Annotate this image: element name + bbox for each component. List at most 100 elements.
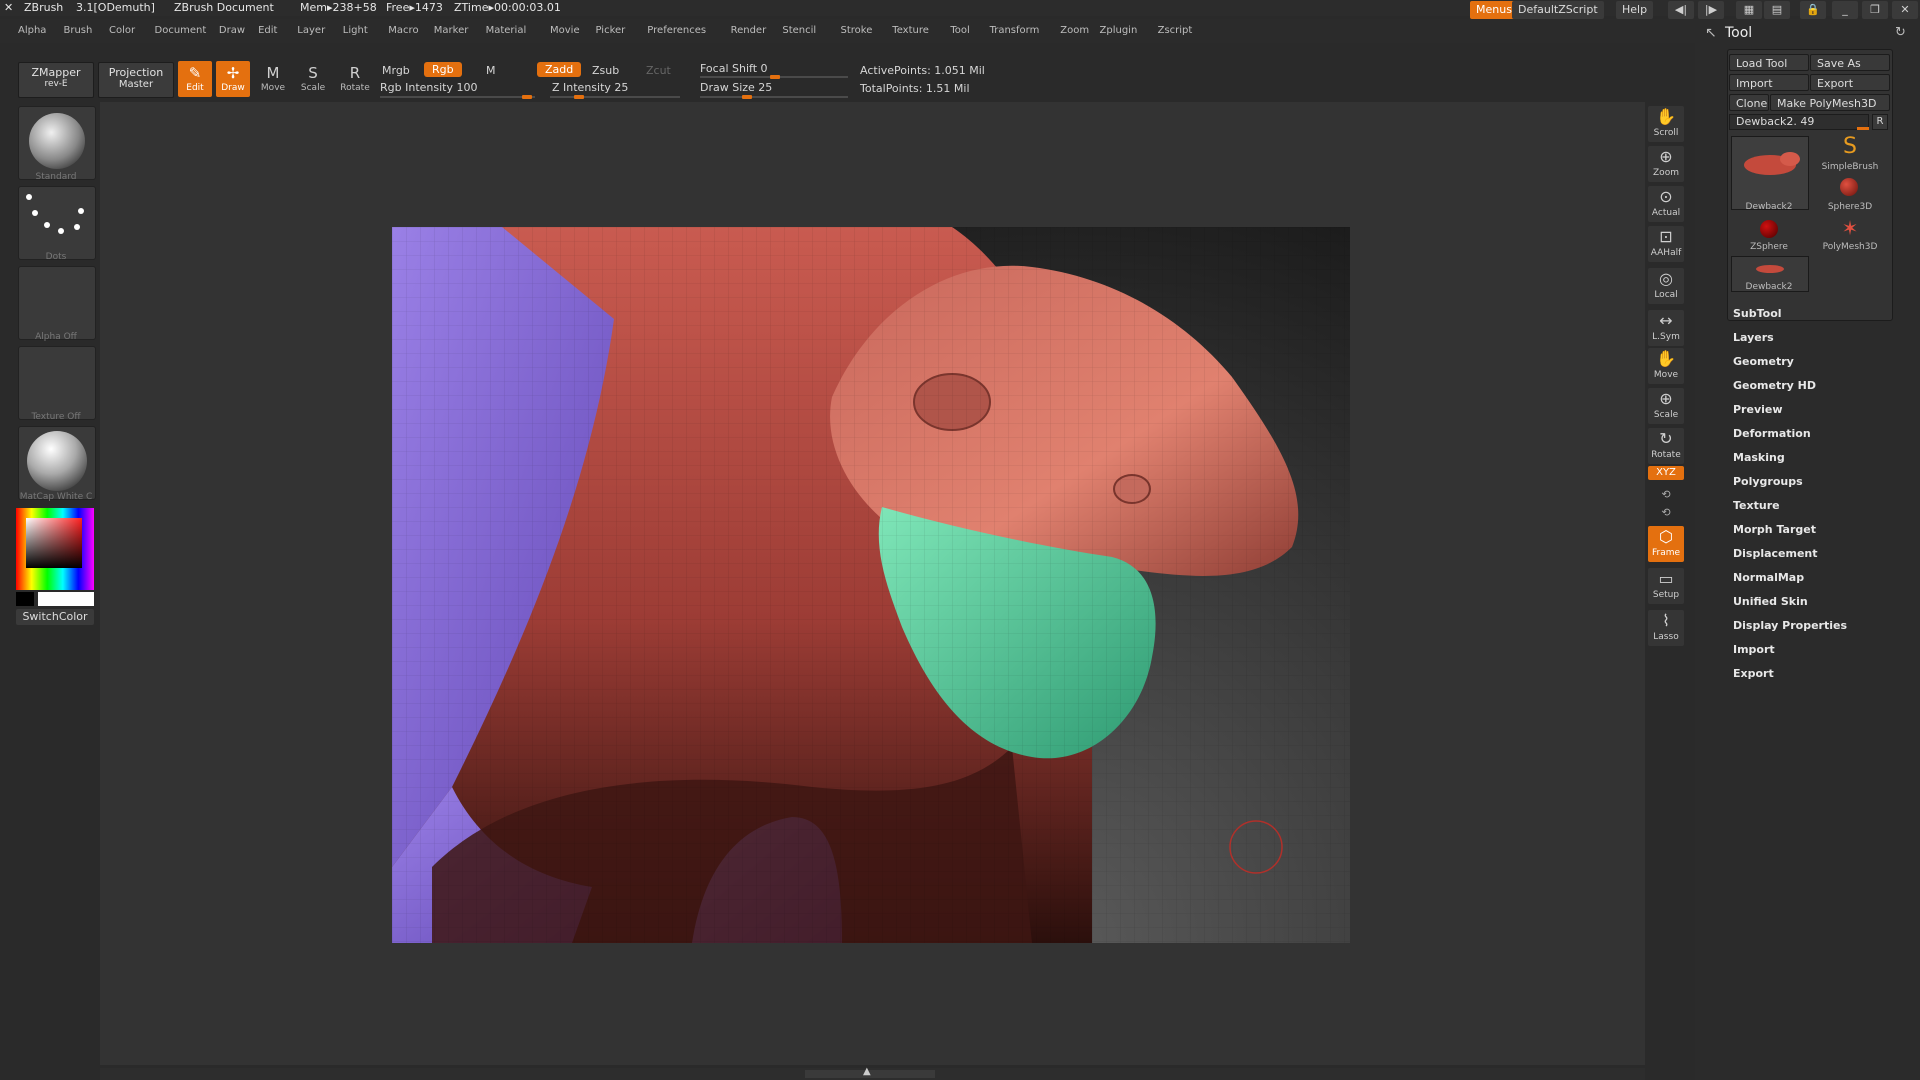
menu-stencil[interactable]: Stencil	[782, 25, 816, 36]
rewind-icon[interactable]: ◀|	[1668, 1, 1694, 19]
menu-tool[interactable]: Tool	[950, 25, 969, 36]
focal-shift-label[interactable]: Focal Shift 0	[700, 62, 768, 75]
menu-picker[interactable]: Picker	[596, 25, 626, 36]
rotate-button[interactable]: R Rotate	[338, 61, 372, 97]
tool-section-deformation[interactable]: Deformation	[1733, 427, 1811, 440]
draw-button[interactable]: ✢ Draw	[216, 61, 250, 97]
tool-section-texture[interactable]: Texture	[1733, 499, 1780, 512]
shelf-aahalf-button[interactable]: ⊡ AAHalf	[1648, 226, 1684, 262]
default-zscript-button[interactable]: DefaultZScript	[1512, 1, 1604, 19]
sphere3d-icon[interactable]	[1840, 178, 1858, 196]
lock-icon[interactable]: 🔒	[1800, 1, 1826, 19]
alpha-selector[interactable]	[18, 266, 96, 340]
layout-icon[interactable]: ▦	[1736, 1, 1762, 19]
menu-movie[interactable]: Movie	[550, 25, 580, 36]
rgb-intensity-knob[interactable]	[522, 95, 532, 99]
menu-preferences[interactable]: Preferences	[647, 25, 706, 36]
brush-selector[interactable]	[18, 106, 96, 180]
layout-alt-icon[interactable]: ▤	[1764, 1, 1790, 19]
shelf-scale-button[interactable]: ⊕ Scale	[1648, 388, 1684, 424]
tool-section-unified-skin[interactable]: Unified Skin	[1733, 595, 1808, 608]
r-button[interactable]: R	[1872, 114, 1888, 130]
tool-thumb-dewback[interactable]	[1731, 136, 1809, 210]
mrgb-toggle[interactable]: Mrgb	[382, 64, 410, 77]
minimize-icon[interactable]: _	[1832, 1, 1858, 19]
tool-section-polygroups[interactable]: Polygroups	[1733, 475, 1803, 488]
menu-document[interactable]: Document	[155, 25, 207, 36]
load-tool-button[interactable]: Load Tool	[1729, 54, 1809, 71]
menu-texture[interactable]: Texture	[892, 25, 929, 36]
current-tool-slider-knob[interactable]	[1857, 127, 1869, 130]
tool-section-export[interactable]: Export	[1733, 667, 1774, 680]
rotate-y-icon[interactable]: ⟲	[1658, 488, 1674, 502]
rgb-intensity-slider[interactable]	[380, 96, 535, 98]
rgb-intensity-label[interactable]: Rgb Intensity 100	[380, 81, 477, 94]
menu-macro[interactable]: Macro	[388, 25, 418, 36]
texture-selector[interactable]	[18, 346, 96, 420]
menu-render[interactable]: Render	[731, 25, 767, 36]
shelf-scroll-button[interactable]: ✋ Scroll	[1648, 106, 1684, 142]
material-selector[interactable]	[18, 426, 96, 500]
menu-brush[interactable]: Brush	[64, 25, 93, 36]
palette-refresh-icon[interactable]: ↻	[1895, 25, 1906, 40]
switch-color-button[interactable]: SwitchColor	[16, 609, 94, 625]
edit-button[interactable]: ✎ Edit	[178, 61, 212, 97]
stroke-selector[interactable]	[18, 186, 96, 260]
zsub-toggle[interactable]: Zsub	[592, 64, 619, 77]
tool-section-subtool[interactable]: SubTool	[1733, 307, 1782, 320]
shelf-move-button[interactable]: ✋ Move	[1648, 348, 1684, 384]
close-icon[interactable]: ✕	[1892, 1, 1918, 19]
shelf-setup-button[interactable]: ▭ Setup	[1648, 568, 1684, 604]
shelf-lsym-button[interactable]: ↔ L.Sym	[1648, 310, 1684, 346]
draw-size-slider[interactable]	[700, 96, 848, 98]
menu-zoom[interactable]: Zoom	[1060, 25, 1089, 36]
bottom-shelf-handle[interactable]: ▲	[805, 1066, 935, 1078]
menu-zscript[interactable]: Zscript	[1158, 25, 1193, 36]
shelf-local-button[interactable]: ◎ Local	[1648, 268, 1684, 304]
menu-color[interactable]: Color	[109, 25, 135, 36]
current-tool-slider[interactable]: Dewback2. 49	[1729, 114, 1869, 130]
menu-transform[interactable]: Transform	[990, 25, 1040, 36]
menu-zplugin[interactable]: Zplugin	[1100, 25, 1138, 36]
tool-section-masking[interactable]: Masking	[1733, 451, 1785, 464]
tool-section-geometry[interactable]: Geometry	[1733, 355, 1794, 368]
document-viewport[interactable]	[392, 227, 1350, 943]
menu-light[interactable]: Light	[343, 25, 368, 36]
menu-draw[interactable]: Draw	[219, 25, 245, 36]
secondary-color-swatch[interactable]	[16, 592, 34, 606]
palette-pin-icon[interactable]: ↖	[1705, 25, 1717, 41]
make-polymesh-button[interactable]: Make PolyMesh3D	[1770, 94, 1890, 111]
expand-icon[interactable]: ▲	[863, 1066, 871, 1077]
menu-edit[interactable]: Edit	[258, 25, 277, 36]
tool-section-geometry-hd[interactable]: Geometry HD	[1733, 379, 1816, 392]
focal-shift-knob[interactable]	[770, 75, 780, 79]
forward-icon[interactable]: |▶	[1698, 1, 1724, 19]
rgb-toggle[interactable]: Rgb	[424, 62, 462, 77]
menus-button[interactable]: Menus	[1470, 1, 1518, 19]
menu-alpha[interactable]: Alpha	[18, 25, 46, 36]
tool-export-button[interactable]: Export	[1810, 74, 1890, 91]
tool-section-morph-target[interactable]: Morph Target	[1733, 523, 1816, 536]
z-intensity-slider[interactable]	[550, 96, 680, 98]
menu-layer[interactable]: Layer	[297, 25, 325, 36]
move-button[interactable]: M Move	[256, 61, 290, 97]
tool-section-import[interactable]: Import	[1733, 643, 1775, 656]
z-intensity-knob[interactable]	[574, 95, 584, 99]
shelf-frame-button[interactable]: ⬡ Frame	[1648, 526, 1684, 562]
menu-marker[interactable]: Marker	[434, 25, 469, 36]
tool-section-displacement[interactable]: Displacement	[1733, 547, 1818, 560]
projection-master-button[interactable]: Projection Master	[98, 62, 174, 98]
z-intensity-label[interactable]: Z Intensity 25	[552, 81, 628, 94]
menu-stroke[interactable]: Stroke	[841, 25, 873, 36]
color-picker[interactable]	[16, 508, 94, 590]
save-as-button[interactable]: Save As	[1810, 54, 1890, 71]
shelf-rotate-button[interactable]: ↻ Rotate	[1648, 428, 1684, 464]
shelf-zoom-button[interactable]: ⊕ Zoom	[1648, 146, 1684, 182]
shelf-lasso-button[interactable]: ⌇ Lasso	[1648, 610, 1684, 646]
draw-size-label[interactable]: Draw Size 25	[700, 81, 772, 94]
menu-material[interactable]: Material	[486, 25, 527, 36]
help-button[interactable]: Help	[1616, 1, 1654, 19]
zmapper-button[interactable]: ZMapper rev-E	[18, 62, 94, 98]
tool-section-normalmap[interactable]: NormalMap	[1733, 571, 1804, 584]
tool-section-display-properties[interactable]: Display Properties	[1733, 619, 1847, 632]
